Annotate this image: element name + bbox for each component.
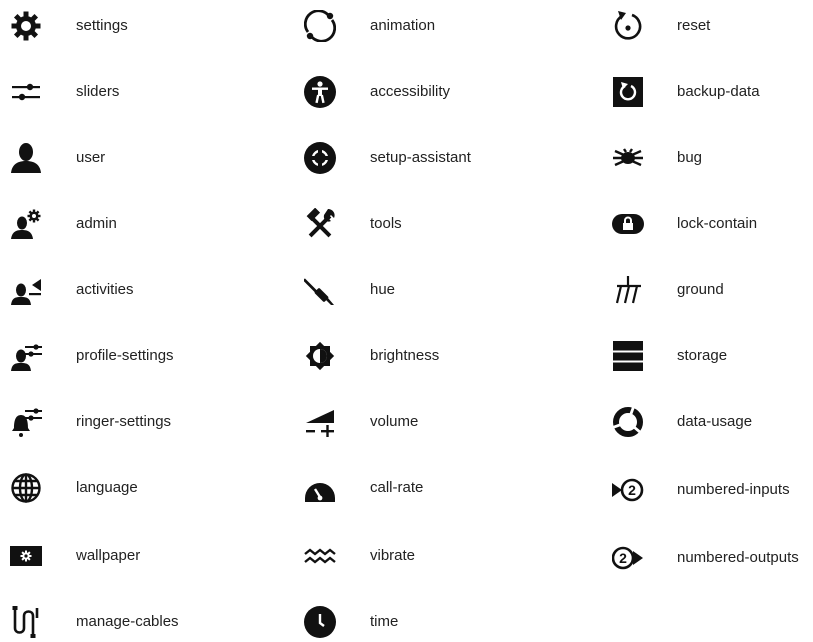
- user-icon: [10, 142, 42, 174]
- icon-label: lock-contain: [677, 215, 758, 232]
- brightness-icon: [304, 340, 336, 372]
- icon-label: setup-assistant: [370, 149, 471, 166]
- tools-icon: [304, 208, 336, 240]
- icon-label: data-usage: [677, 413, 753, 430]
- backup-data-icon: [612, 76, 644, 108]
- icon-label: animation: [370, 17, 436, 34]
- animation-icon: [304, 10, 336, 42]
- language-icon: [10, 472, 42, 504]
- icon-label: activities: [76, 281, 134, 298]
- icon-label: manage-cables: [76, 613, 179, 630]
- time-icon: [304, 606, 336, 638]
- settings-icon: [10, 10, 42, 42]
- icon-label: admin: [76, 215, 117, 232]
- icon-label: brightness: [370, 347, 440, 364]
- admin-icon: [10, 208, 42, 240]
- icon-label: ringer-settings: [76, 413, 172, 430]
- svg-text:2: 2: [619, 550, 627, 566]
- hue-icon: [304, 274, 336, 306]
- setup-assistant-icon: [304, 142, 336, 174]
- bug-icon: [612, 142, 644, 174]
- icon-label: call-rate: [370, 479, 424, 496]
- ringer-settings-icon: [10, 406, 42, 438]
- icon-label: numbered-inputs: [677, 481, 790, 498]
- manage-cables-icon: [10, 606, 42, 638]
- lock-contain-icon: [612, 208, 644, 240]
- icon-label: sliders: [76, 83, 120, 100]
- icon-label: settings: [76, 17, 128, 34]
- icon-label: accessibility: [370, 83, 451, 100]
- data-usage-icon: [612, 406, 644, 438]
- wallpaper-icon: [10, 540, 42, 572]
- icon-label: time: [370, 613, 399, 630]
- activities-icon: [10, 274, 42, 306]
- icon-label: tools: [370, 215, 402, 232]
- reset-icon: [612, 10, 644, 42]
- icon-label: storage: [677, 347, 728, 364]
- icon-label: volume: [370, 413, 419, 430]
- icon-label: backup-data: [677, 83, 760, 100]
- icon-grid: settings sliders user admin activities p…: [0, 0, 813, 639]
- icon-label: profile-settings: [76, 347, 174, 364]
- numbered-inputs-icon: 2: [612, 474, 644, 506]
- icon-label: vibrate: [370, 547, 416, 564]
- icon-label: hue: [370, 281, 396, 298]
- icon-label: user: [76, 149, 106, 166]
- call-rate-icon: [304, 472, 336, 504]
- ground-icon: [612, 274, 644, 306]
- icon-label: wallpaper: [76, 547, 141, 564]
- svg-text:2: 2: [628, 482, 636, 498]
- icon-label: bug: [677, 149, 703, 166]
- accessibility-icon: [304, 76, 336, 108]
- volume-icon: [304, 406, 336, 438]
- icon-label: ground: [677, 281, 724, 298]
- sliders-icon: [10, 76, 42, 108]
- icon-label: reset: [677, 17, 711, 34]
- numbered-outputs-icon: 2: [612, 542, 644, 574]
- icon-label: language: [76, 479, 138, 496]
- storage-icon: [612, 340, 644, 372]
- profile-settings-icon: [10, 340, 42, 372]
- icon-label: numbered-outputs: [677, 549, 799, 566]
- vibrate-icon: [304, 540, 336, 572]
